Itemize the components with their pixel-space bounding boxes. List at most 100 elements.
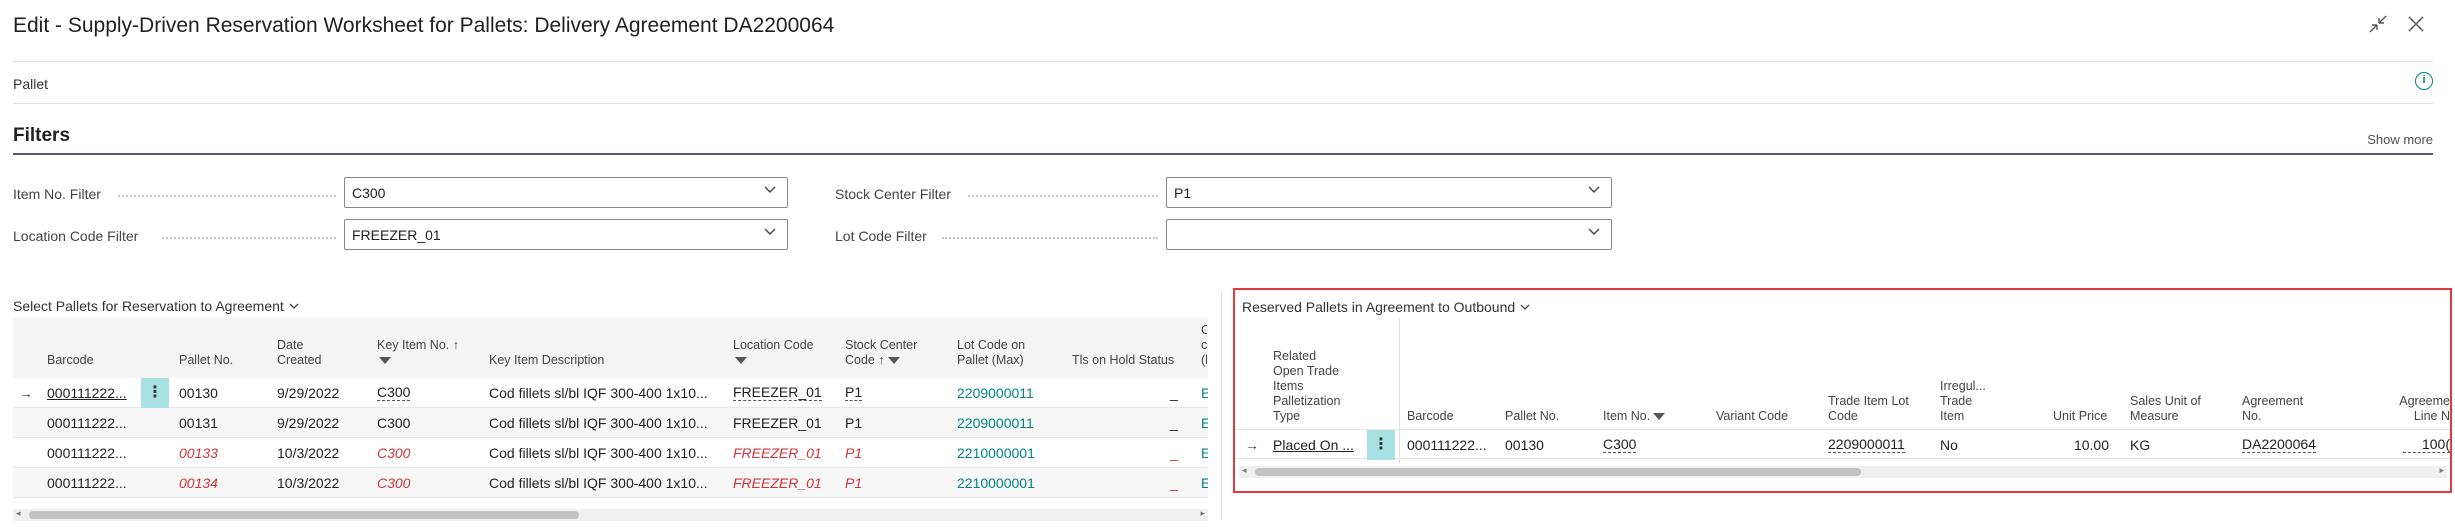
left-horizontal-scrollbar[interactable]: ◂ ▸ bbox=[13, 508, 1208, 521]
stock-center-code-cell[interactable]: P1 bbox=[845, 415, 862, 431]
location-code-cell[interactable]: FREEZER_01 bbox=[733, 385, 822, 401]
truncated-cell[interactable]: E bbox=[1201, 415, 1208, 431]
agreement-line-no-cell[interactable]: 100( bbox=[2403, 437, 2450, 453]
col-barcode[interactable]: Barcode bbox=[47, 353, 94, 368]
col-pallet-no[interactable]: Pallet No. bbox=[179, 353, 233, 368]
stock-center-code-cell[interactable]: P1 bbox=[845, 445, 862, 461]
col-variant-code[interactable]: Variant Code bbox=[1716, 409, 1788, 424]
col-trade-lot-line2: Code bbox=[1828, 409, 1858, 423]
key-item-no-cell[interactable]: C300 bbox=[377, 475, 410, 491]
stock-center-code-cell[interactable]: P1 bbox=[845, 385, 863, 401]
col-unit-price[interactable]: Unit Price bbox=[2053, 409, 2107, 424]
barcode-cell[interactable]: 000111222... bbox=[47, 415, 127, 431]
item-no-cell[interactable]: C300 bbox=[1603, 437, 1637, 453]
col-lot-code-line1: Lot Code on bbox=[957, 338, 1026, 352]
barcode-cell[interactable]: 000111222... bbox=[1407, 437, 1487, 453]
chevron-down-icon[interactable] bbox=[288, 298, 300, 314]
col-truncated[interactable]: C c (l bbox=[1201, 323, 1207, 368]
col-agreement-no-line1: Agreement bbox=[2242, 394, 2304, 408]
close-icon[interactable] bbox=[2404, 14, 2428, 38]
col-barcode[interactable]: Barcode bbox=[1407, 409, 1454, 424]
pallet-no-cell: 00130 bbox=[179, 385, 218, 401]
scrollbar-thumb[interactable] bbox=[1255, 468, 1861, 476]
row-selector-arrow-icon: → bbox=[1245, 437, 1259, 453]
key-item-description-cell: Cod fillets sl/bl IQF 300-400 1x10... bbox=[489, 445, 708, 461]
collapse-icon[interactable] bbox=[2366, 14, 2390, 38]
col-stock-center-line1: Stock Center bbox=[845, 338, 918, 352]
table-row[interactable]: → 000111222... ⋮ 00130 9/29/2022 C300 Co… bbox=[13, 378, 1208, 408]
chevron-down-icon[interactable] bbox=[1587, 224, 1601, 241]
item-no-filter-value: C300 bbox=[352, 185, 386, 201]
more-options-icon[interactable]: ⋮ bbox=[1367, 430, 1395, 460]
lot-code-cell[interactable]: 2210000001 bbox=[957, 475, 1035, 491]
agreement-no-cell[interactable]: DA2200064 bbox=[2242, 437, 2316, 453]
more-options-icon[interactable]: ⋮ bbox=[141, 378, 169, 408]
col-key-item-description[interactable]: Key Item Description bbox=[489, 353, 604, 368]
col-location-code[interactable]: Location Code bbox=[733, 338, 814, 368]
show-more-link[interactable]: Show more bbox=[2367, 132, 2433, 147]
stock-center-filter-field[interactable]: P1 bbox=[1166, 177, 1612, 208]
col-sales-unit-of-measure[interactable]: Sales Unit of Measure bbox=[2130, 394, 2201, 424]
col-date-created[interactable]: Date Created bbox=[277, 338, 321, 368]
truncated-cell[interactable]: E bbox=[1201, 385, 1208, 401]
col-key-item-no[interactable]: Key Item No. ↑ bbox=[377, 338, 459, 368]
chevron-down-icon[interactable] bbox=[763, 182, 777, 199]
table-row[interactable]: 000111222... 00131 9/29/2022 C300 Cod fi… bbox=[13, 408, 1208, 438]
location-code-cell[interactable]: FREEZER_01 bbox=[733, 475, 822, 491]
scroll-right-icon[interactable]: ▸ bbox=[2439, 465, 2444, 476]
related-palletization-type-cell[interactable]: Placed On ... bbox=[1273, 437, 1354, 453]
table-row[interactable]: 000111222... 00133 10/3/2022 C300 Cod fi… bbox=[13, 438, 1208, 468]
right-horizontal-scrollbar[interactable]: ◂ ▸ bbox=[1239, 465, 2447, 478]
info-icon[interactable]: i bbox=[2415, 72, 2433, 90]
location-code-filter-field[interactable]: FREEZER_01 bbox=[344, 219, 788, 250]
col-irregular-line1: Irregul... bbox=[1940, 379, 1986, 393]
col-lot-code[interactable]: Lot Code on Pallet (Max) bbox=[957, 338, 1025, 368]
lot-code-cell[interactable]: 2209000011 bbox=[957, 385, 1034, 401]
lot-code-cell[interactable]: 2210000001 bbox=[957, 445, 1035, 461]
table-row[interactable]: → Placed On ... ⋮ 000111222... 00130 C30… bbox=[1235, 429, 2450, 460]
col-item-no[interactable]: Item No. bbox=[1603, 409, 1666, 424]
barcode-cell[interactable]: 000111222... bbox=[47, 385, 127, 401]
lot-code-filter-field[interactable] bbox=[1166, 219, 1612, 250]
left-grid-header bbox=[13, 318, 1208, 378]
col-irregular-trade-item[interactable]: Irregul... Trade Item bbox=[1940, 379, 1986, 424]
truncated-cell[interactable]: E bbox=[1201, 475, 1208, 491]
scroll-right-icon[interactable]: ▸ bbox=[1200, 508, 1205, 519]
sales-unit-of-measure-cell[interactable]: KG bbox=[2130, 437, 2150, 453]
col-agreement-line-line1: Agreeme bbox=[2399, 394, 2450, 408]
left-part-caption[interactable]: Select Pallets for Reservation to Agreem… bbox=[13, 298, 300, 314]
col-truncated-line3: (l bbox=[1201, 353, 1207, 367]
chevron-down-icon[interactable] bbox=[1519, 299, 1531, 315]
col-stock-center-code[interactable]: Stock Center Code ↑ bbox=[845, 338, 917, 368]
stock-center-code-cell[interactable]: P1 bbox=[845, 475, 862, 491]
scroll-left-icon[interactable]: ◂ bbox=[16, 508, 21, 519]
location-code-cell[interactable]: FREEZER_01 bbox=[733, 415, 822, 431]
scroll-left-icon[interactable]: ◂ bbox=[1242, 465, 1247, 476]
right-part-caption[interactable]: Reserved Pallets in Agreement to Outboun… bbox=[1242, 299, 1531, 315]
table-row[interactable]: 000111222... 00134 10/3/2022 C300 Cod fi… bbox=[13, 468, 1208, 498]
barcode-cell[interactable]: 000111222... bbox=[47, 475, 127, 491]
col-sales-uom-line1: Sales Unit of bbox=[2130, 394, 2201, 408]
barcode-cell[interactable]: 000111222... bbox=[47, 445, 127, 461]
col-related-open-trade-items-palletization-type[interactable]: Related Open Trade Items Palletization T… bbox=[1273, 349, 1340, 424]
scrollbar-thumb[interactable] bbox=[29, 511, 579, 519]
chevron-down-icon[interactable] bbox=[1587, 182, 1601, 199]
col-agreement-no[interactable]: Agreement No. bbox=[2242, 394, 2303, 424]
key-item-no-cell[interactable]: C300 bbox=[377, 445, 410, 461]
col-pallet-no[interactable]: Pallet No. bbox=[1505, 409, 1559, 424]
key-item-no-cell[interactable]: C300 bbox=[377, 415, 410, 431]
chevron-down-icon[interactable] bbox=[763, 224, 777, 241]
col-truncated-line1: C bbox=[1201, 323, 1207, 337]
trade-item-lot-code-cell[interactable]: 2209000011 bbox=[1828, 437, 1905, 453]
col-agreement-line-no[interactable]: Agreeme Line N bbox=[2378, 394, 2450, 424]
lot-code-cell[interactable]: 2209000011 bbox=[957, 415, 1034, 431]
col-trade-lot-line1: Trade Item Lot bbox=[1828, 394, 1909, 408]
key-item-no-cell[interactable]: C300 bbox=[377, 385, 411, 401]
date-created-cell: 9/29/2022 bbox=[277, 385, 340, 401]
filters-header[interactable]: Filters bbox=[13, 125, 70, 147]
truncated-cell[interactable]: E bbox=[1201, 445, 1208, 461]
col-tls-on-hold-status[interactable]: Tls on Hold Status bbox=[1072, 353, 1174, 368]
col-trade-item-lot-code[interactable]: Trade Item Lot Code bbox=[1828, 394, 1909, 424]
item-no-filter-field[interactable]: C300 bbox=[344, 177, 788, 208]
location-code-cell[interactable]: FREEZER_01 bbox=[733, 445, 822, 461]
